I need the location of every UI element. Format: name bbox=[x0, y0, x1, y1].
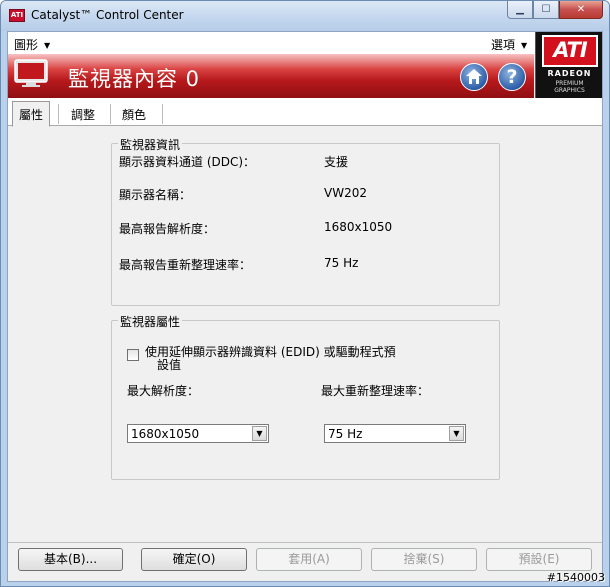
max-resolution-value: 1680x1050 bbox=[324, 220, 393, 234]
tab-adjust[interactable]: 調整 bbox=[65, 102, 101, 126]
app-window: ATI Catalyst™ Control Center ▁ ☐ ✕ 圖形 ▼ 選… bbox=[0, 0, 610, 587]
max-refresh-select-label: 最大重新整理速率： bbox=[321, 384, 430, 398]
tab-properties[interactable]: 屬性 bbox=[12, 101, 51, 127]
home-button[interactable] bbox=[460, 63, 488, 91]
monitor-icon bbox=[14, 59, 48, 87]
footer-divider bbox=[8, 542, 602, 543]
tab-divider bbox=[110, 104, 111, 124]
max-refresh-value: 75 Hz bbox=[324, 256, 359, 270]
max-resolution-selected: 1680x1050 bbox=[131, 427, 200, 441]
client-area: 圖形 ▼ 選項 ▼ 監視器內容 0 ? ATI RADEON PREMIUM G… bbox=[7, 31, 603, 582]
graphics-text: GRAPHICS bbox=[554, 87, 585, 94]
maximize-icon[interactable]: ☐ bbox=[533, 1, 559, 19]
close-icon[interactable]: ✕ bbox=[559, 1, 603, 19]
max-refresh-label: 最高報告重新整理速率： bbox=[119, 258, 252, 272]
max-refresh-selected: 75 Hz bbox=[328, 427, 363, 441]
options-menu-label: 選項 bbox=[491, 38, 516, 52]
max-resolution-label: 最高報告解析度： bbox=[119, 222, 216, 236]
home-icon bbox=[466, 69, 482, 84]
discard-button[interactable]: 捨棄(S) bbox=[371, 548, 477, 571]
apply-button[interactable]: 套用(A) bbox=[256, 548, 362, 571]
ati-radeon-logo: ATI RADEON PREMIUM GRAPHICS bbox=[535, 32, 602, 98]
chevron-down-icon: ▼ bbox=[44, 41, 51, 50]
dropdown-arrow-icon[interactable]: ▼ bbox=[449, 426, 464, 441]
help-icon: ? bbox=[506, 66, 518, 88]
image-id-watermark: #1540003 bbox=[546, 571, 605, 584]
page-title: 監視器內容 0 bbox=[68, 67, 201, 91]
monitor-info-group: 監視器資訊 顯示器資料通道 (DDC)： 支援 顯示器名稱： VW202 最高報… bbox=[111, 136, 500, 306]
tab-divider bbox=[58, 104, 59, 124]
graphics-menu-label: 圖形 bbox=[14, 38, 39, 52]
ati-logo-text: ATI bbox=[553, 38, 587, 62]
monitor-name-label: 顯示器名稱： bbox=[119, 188, 192, 202]
edid-checkbox[interactable] bbox=[127, 349, 139, 361]
monitor-name-value: VW202 bbox=[324, 186, 367, 200]
premium-graphics-text: PREMIUM GRAPHICS bbox=[536, 80, 603, 94]
radeon-text: RADEON bbox=[547, 69, 592, 78]
menu-bar: 圖形 ▼ 選項 ▼ bbox=[8, 32, 602, 54]
basic-button[interactable]: 基本(B)... bbox=[18, 548, 123, 571]
tab-divider bbox=[162, 104, 163, 124]
premium-text: PREMIUM bbox=[555, 80, 584, 87]
window-controls: ▁ ☐ ✕ bbox=[507, 1, 603, 21]
minimize-icon[interactable]: ▁ bbox=[507, 1, 533, 19]
group-title: 監視器資訊 bbox=[118, 136, 183, 153]
ati-logo-badge: ATI bbox=[542, 35, 598, 67]
ddc-label: 顯示器資料通道 (DDC)： bbox=[119, 155, 256, 169]
max-refresh-select[interactable]: 75 Hz ▼ bbox=[324, 424, 466, 443]
page-banner: 監視器內容 0 ? bbox=[8, 54, 534, 98]
window-title: Catalyst™ Control Center bbox=[31, 8, 184, 22]
options-menu[interactable]: 選項 ▼ bbox=[491, 36, 527, 53]
ok-button[interactable]: 確定(O) bbox=[141, 548, 247, 571]
group-title: 監視器屬性 bbox=[118, 313, 183, 330]
ati-app-icon: ATI bbox=[9, 9, 25, 22]
monitor-properties-group: 監視器屬性 使用延伸顯示器辨識資料 (EDID) 或驅動程式預 設值 最大解析度… bbox=[111, 313, 500, 480]
max-resolution-select-label: 最大解析度： bbox=[127, 384, 200, 398]
tab-color[interactable]: 顏色 bbox=[116, 102, 152, 126]
dropdown-arrow-icon[interactable]: ▼ bbox=[252, 426, 267, 441]
chevron-down-icon: ▼ bbox=[521, 41, 528, 50]
tab-bar: 屬性 調整 顏色 bbox=[8, 98, 602, 127]
edid-label-line1: 使用延伸顯示器辨識資料 (EDID) 或驅動程式預 bbox=[145, 345, 396, 359]
defaults-button[interactable]: 預設(E) bbox=[486, 548, 592, 571]
help-button[interactable]: ? bbox=[498, 63, 526, 91]
title-bar[interactable]: ATI Catalyst™ Control Center ▁ ☐ ✕ bbox=[1, 1, 609, 31]
graphics-menu[interactable]: 圖形 ▼ bbox=[14, 36, 50, 53]
edid-label-line2: 設值 bbox=[157, 358, 182, 372]
max-resolution-select[interactable]: 1680x1050 ▼ bbox=[127, 424, 269, 443]
ddc-value: 支援 bbox=[324, 155, 349, 169]
